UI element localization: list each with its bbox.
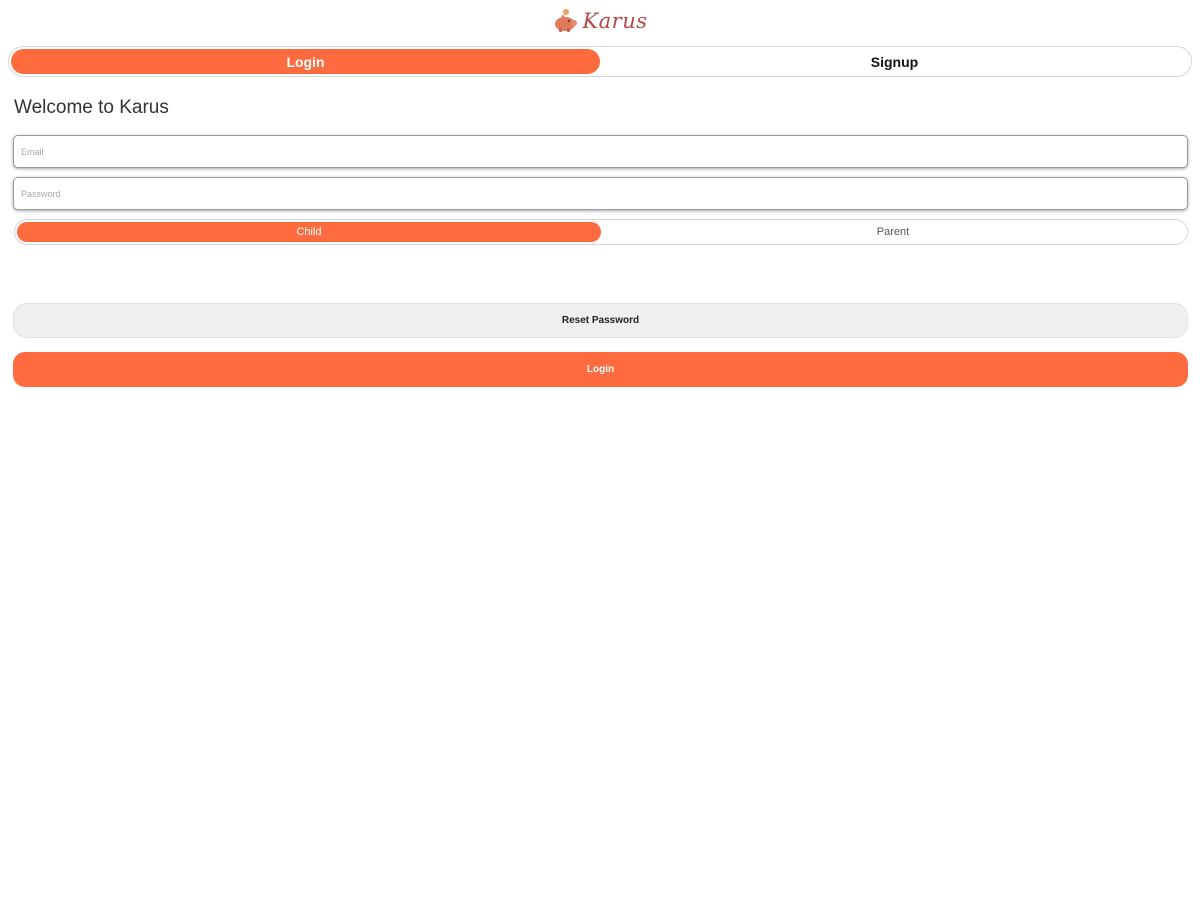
tab-login[interactable]: Login xyxy=(11,49,600,74)
login-button[interactable]: Login xyxy=(13,352,1188,387)
app-logo: Karus xyxy=(0,4,1200,38)
logo-text: Karus xyxy=(582,9,648,33)
email-field[interactable] xyxy=(13,135,1188,168)
reset-password-button[interactable]: Reset Password xyxy=(13,303,1188,338)
password-field[interactable] xyxy=(13,177,1188,210)
tab-child[interactable]: Child xyxy=(17,222,601,242)
auth-mode-segmented-control: Login Signup xyxy=(8,46,1192,77)
tab-parent[interactable]: Parent xyxy=(601,222,1185,242)
role-segmented-control: Child Parent xyxy=(14,219,1188,245)
piggy-bank-icon xyxy=(552,7,580,35)
login-screen: Karus Login Signup Welcome to Karus Chil… xyxy=(0,0,1200,900)
page-title: Welcome to Karus xyxy=(14,97,169,118)
tab-signup[interactable]: Signup xyxy=(600,49,1189,74)
